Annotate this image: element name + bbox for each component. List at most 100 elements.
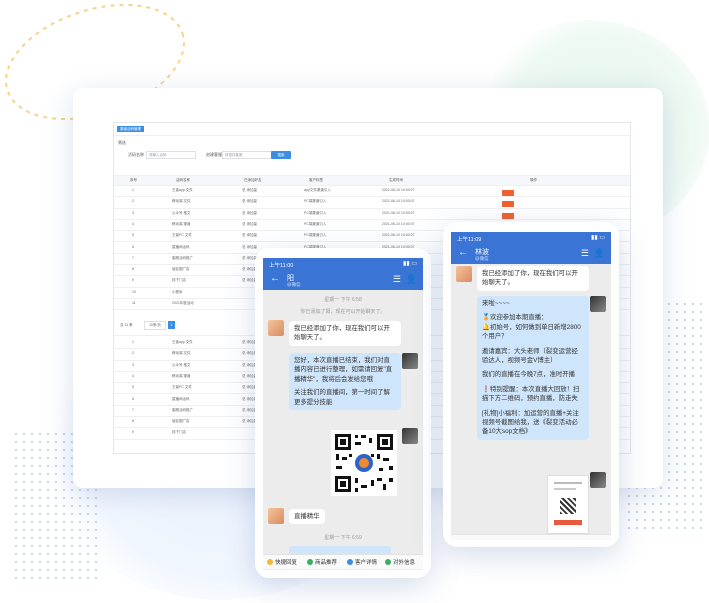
delete-button[interactable] <box>502 190 514 196</box>
chat-toolbar <box>451 534 611 540</box>
table-cell: 2021年度活动 <box>172 301 194 305</box>
table-cell: 9 <box>132 278 134 283</box>
table-cell: 直播间活码 <box>172 396 190 401</box>
status-time: 上午11:09 <box>457 237 482 243</box>
contact-sub: @微信 <box>475 256 489 261</box>
avatar <box>268 320 284 336</box>
back-arrow-icon[interactable]: ← <box>458 247 468 258</box>
message-text: ❗特别提醒：本次直播大回放！扫描下方二维码，预约直播，防走失 <box>482 385 580 403</box>
table-cell: 线下门店 <box>172 278 186 283</box>
toolbar-external[interactable]: 对外信息 <box>385 558 415 566</box>
external-info-icon <box>385 559 391 565</box>
table-cell: 6 <box>132 396 134 401</box>
poster-line <box>554 488 576 490</box>
chat-header: ← 阳 @微信 ☰ 👤 <box>263 270 423 290</box>
table-cell: PC端渠道引入 <box>304 221 327 226</box>
table-cell: 7 <box>132 255 134 260</box>
toolbar-product[interactable]: 商品推荐 <box>307 558 337 566</box>
message-text: 来啦~~~~ <box>482 300 510 307</box>
phone-right-screen: 上午11:09 ▮▮ ▭ ← 林波 @微信 ☰ 👤 我已经添加了你，现在我们可以… <box>451 232 611 540</box>
message-out: 您好，本次直播已结束，我们对直播内容已进行整理，如需请回复"直播精华"，我将后会… <box>289 353 401 411</box>
avatar <box>402 428 418 444</box>
avatar <box>268 508 284 524</box>
poster-image[interactable] <box>547 475 589 534</box>
chat-header: ← 林波 @微信 ☰ 👤 <box>451 244 611 264</box>
menu-icon[interactable]: ☰ <box>581 248 589 259</box>
user-icon[interactable]: 👤 <box>594 248 605 259</box>
table-cell: 王者PC 文件 <box>172 385 192 390</box>
table-cell: 公众号 推文 <box>172 362 191 367</box>
table-cell: PC端渠道引入 <box>304 233 327 238</box>
table-cell: 10 <box>132 289 136 294</box>
service-select[interactable]: 请选择客服 <box>222 151 272 159</box>
menu-icon[interactable]: ☰ <box>393 274 401 285</box>
poster-qr-icon <box>560 498 576 514</box>
message-text: 我们的直播在今晚7点，准时开播 <box>482 371 576 379</box>
phone-right: 上午11:09 ▮▮ ▭ ← 林波 @微信 ☰ 👤 我已经添加了你，现在我们可以… <box>443 222 619 547</box>
table-cell: 总 添加量 <box>242 221 257 226</box>
table-cell: 移动端 渠道 <box>172 221 191 226</box>
status-bar: 上午11:00 ▮▮ ▭ <box>263 258 423 270</box>
table-cell: 移动端 文件 <box>172 199 191 204</box>
message-text: [礼物]小福利：加运营的直播+关注视频号截图给我，送《裂变活动必备10大sop文… <box>482 409 579 436</box>
search-button[interactable]: 搜索 <box>271 151 291 159</box>
customer-icon <box>347 559 353 565</box>
col-header: 已添加好友 <box>244 178 262 182</box>
table-cell: 1 <box>132 188 134 192</box>
avatar <box>590 296 606 312</box>
table-cell: 总 添加量 <box>242 233 257 238</box>
table-cell: 总 添加量 <box>242 199 257 204</box>
table-cell: 11 <box>132 301 136 305</box>
avatar <box>590 472 606 488</box>
table-cell: 朋友圈广告 <box>172 419 190 424</box>
pager-page[interactable]: 1 <box>168 321 175 329</box>
table-cell: 9 <box>132 430 134 435</box>
table-cell: 王者app 文件 <box>172 188 193 192</box>
name-input[interactable]: 请输入活码 <box>146 151 196 159</box>
toolbar-customer[interactable]: 客户详情 <box>347 558 377 566</box>
toolbar-quick-reply[interactable]: 快捷回复 <box>267 558 297 566</box>
table-cell: app文件渠道引入 <box>304 188 331 192</box>
qr-code-icon <box>335 434 393 492</box>
status-time: 上午11:00 <box>269 263 294 269</box>
table-cell: 王者PC 文件 <box>172 233 192 238</box>
table-cell: 线下门店 <box>172 430 186 435</box>
pager-total: 共 11 条 <box>120 323 133 327</box>
table-cell: PC端渠道引入 <box>304 199 327 204</box>
delete-button[interactable] <box>502 201 514 208</box>
message-in: 我已经添加了你，现在我们可以开始聊天了。 <box>289 321 401 346</box>
table-cell: 2 <box>132 351 134 356</box>
table-cell: 2 <box>132 199 134 204</box>
table-cell: 3 <box>132 210 134 215</box>
status-bar: 上午11:09 ▮▮ ▭ <box>451 232 611 244</box>
system-time: 星期一 下午 6:59 <box>324 535 362 541</box>
user-icon[interactable]: 👤 <box>406 274 417 285</box>
delete-button[interactable] <box>502 212 514 219</box>
message-text: 邀请嘉宾：大头老师（裂变运营经验达人，视频号金V博主） <box>482 347 578 365</box>
table-cell: 客服活码推广 <box>172 407 193 412</box>
col-header: 客户标签 <box>309 178 323 182</box>
table-cell: 小程序 <box>172 289 183 294</box>
message-in: 直播精华 <box>289 509 325 525</box>
chat-toolbar: 快捷回复 商品推荐 客户详情 对外信息 <box>263 554 423 569</box>
table-cell: 总 添加量 <box>242 188 257 192</box>
col-header: 活码名称 <box>176 178 190 182</box>
pager-size-select[interactable]: 10条/页 <box>144 321 166 330</box>
qr-code-image[interactable] <box>331 430 397 496</box>
message-text: 关注我们的直播间，第一时间了解更多提分技能 <box>294 389 390 406</box>
col-header: 序号 <box>130 178 137 182</box>
table-cell: 4 <box>132 221 134 226</box>
product-icon <box>307 559 313 565</box>
table-cell: 王者app 文件 <box>172 340 193 344</box>
table-cell: 3 <box>132 362 134 367</box>
filter-title: 筛选 <box>118 140 126 145</box>
table-cell: 7 <box>132 407 134 412</box>
table-cell: 5 <box>132 385 134 390</box>
battery-icon: ▮▮ ▭ <box>403 261 417 267</box>
table-cell: 客服活码推广 <box>172 255 193 260</box>
table-cell: 2021-06-10 10:00:07 <box>382 199 415 204</box>
phone-left: 上午11:00 ▮▮ ▭ ← 阳 @微信 ☰ 👤 星期一 下午 6:58 你已添… <box>255 248 431 578</box>
table-cell: 1 <box>132 340 134 344</box>
filter-label-service: 创建客服 <box>206 152 222 157</box>
back-arrow-icon[interactable]: ← <box>270 273 280 284</box>
